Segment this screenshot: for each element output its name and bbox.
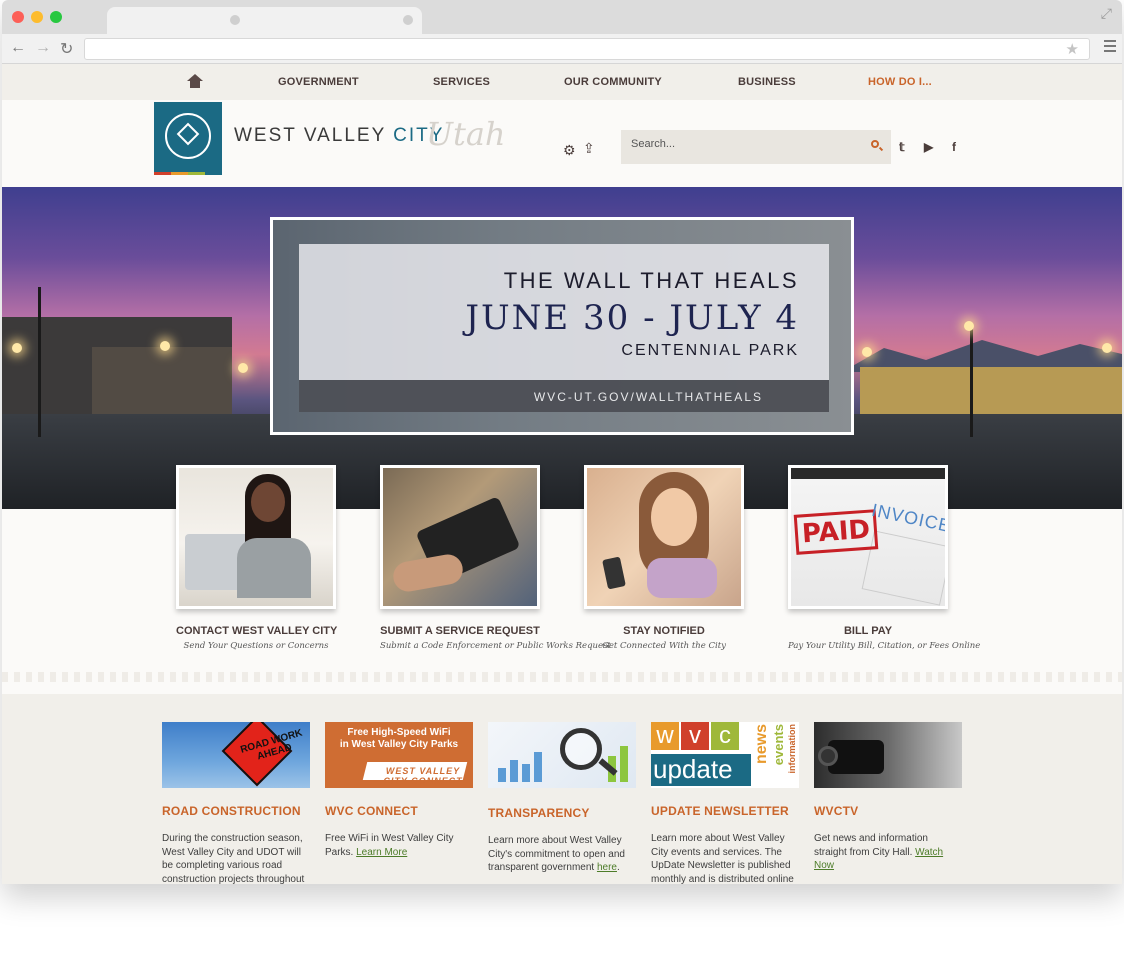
website: GOVERNMENT SERVICES OUR COMMUNITY BUSINE… bbox=[2, 64, 1122, 884]
card-bill-pay[interactable]: PAID INVOICE BILL PAY Pay Your Utility B… bbox=[788, 465, 981, 651]
card-title: CONTACT WEST VALLEY CITY bbox=[176, 625, 338, 637]
browser-menu-icon[interactable] bbox=[1104, 40, 1116, 55]
card-title: STAY NOTIFIED bbox=[623, 625, 705, 637]
transparency-here-link[interactable]: here bbox=[597, 862, 617, 873]
card-stay-notified[interactable]: STAY NOTIFIED Get Connected With the Cit… bbox=[584, 465, 744, 651]
hero-banner-image[interactable]: THE WALL THAT HEALS JUNE 30 - JULY 4 CEN… bbox=[2, 187, 1122, 509]
feature-transparency: TRANSPARENCY Learn more about West Valle… bbox=[488, 722, 636, 875]
feature-title[interactable]: TRANSPARENCY bbox=[488, 806, 636, 820]
wifi-connect-logo: WEST VALLEY CITY CONNECT bbox=[383, 766, 463, 786]
feature-body-text: Get news and information straight from C… bbox=[814, 833, 928, 858]
share-icon[interactable]: ⇪ bbox=[583, 140, 595, 157]
transparency-image[interactable] bbox=[488, 722, 636, 788]
minimize-window-button[interactable] bbox=[31, 11, 43, 23]
nav-our-community[interactable]: OUR COMMUNITY bbox=[564, 76, 662, 88]
feature-body: Get news and information straight from C… bbox=[814, 832, 962, 873]
feature-road-construction: ROAD WORK AHEAD ROAD CONSTRUCTION During… bbox=[162, 722, 310, 884]
feature-title[interactable]: WVC CONNECT bbox=[325, 804, 473, 818]
twitter-icon[interactable]: 𝕥 bbox=[899, 140, 905, 154]
card-subtitle: Pay Your Utility Bill, Citation, or Fees… bbox=[788, 641, 981, 651]
banner-title: THE WALL THAT HEALS bbox=[503, 268, 799, 293]
nav-government[interactable]: GOVERNMENT bbox=[278, 76, 359, 88]
information-wordmark: information bbox=[787, 724, 797, 774]
logo-color-stripe bbox=[154, 172, 222, 175]
search-icon[interactable] bbox=[871, 140, 884, 152]
banner-dates: JUNE 30 - JULY 4 bbox=[465, 298, 799, 338]
logo-letter-w: w bbox=[651, 722, 679, 750]
site-header: WEST VALLEY CITY Utah ⚙ ⇪ 𝕥 ▶ f bbox=[2, 100, 1122, 186]
close-window-button[interactable] bbox=[12, 11, 24, 23]
site-title-script: Utah bbox=[426, 115, 506, 153]
tab-close-icon[interactable] bbox=[403, 15, 413, 25]
update-newsletter-image[interactable]: w v c update news events information bbox=[651, 722, 799, 788]
wvc-connect-image[interactable]: Free High-Speed WiFi in West Valley City … bbox=[325, 722, 473, 788]
logo-letter-c: c bbox=[711, 722, 739, 750]
site-title-main: WEST VALLEY bbox=[234, 125, 394, 146]
reload-icon[interactable]: ↻ bbox=[60, 39, 73, 59]
wifi-headline-1: Free High-Speed WiFi bbox=[347, 727, 451, 738]
bill-pay-image: PAID INVOICE bbox=[788, 465, 948, 609]
event-banner[interactable]: THE WALL THAT HEALS JUNE 30 - JULY 4 CEN… bbox=[270, 217, 854, 435]
contact-image bbox=[176, 465, 336, 609]
card-title: SUBMIT A SERVICE REQUEST bbox=[380, 625, 540, 637]
card-subtitle: Get Connected With the City bbox=[602, 641, 726, 651]
service-request-image bbox=[380, 465, 540, 609]
feature-title[interactable]: WVCTV bbox=[814, 804, 962, 818]
nav-how-do-i[interactable]: HOW DO I... bbox=[868, 76, 932, 88]
update-wordmark: update bbox=[651, 754, 751, 786]
feature-update-newsletter: w v c update news events information UPD… bbox=[651, 722, 799, 884]
card-subtitle: Submit a Code Enforcement or Public Work… bbox=[380, 641, 611, 651]
paid-stamp: PAID bbox=[793, 509, 879, 555]
feature-body: Free WiFi in West Valley City Parks. Lea… bbox=[325, 832, 473, 859]
youtube-icon[interactable]: ▶ bbox=[924, 140, 933, 154]
search-input[interactable] bbox=[631, 138, 851, 150]
site-title[interactable]: WEST VALLEY CITY bbox=[234, 125, 444, 147]
road-construction-image[interactable]: ROAD WORK AHEAD bbox=[162, 722, 310, 788]
banner-url: WVC-UT.GOV/WALLTHATHEALS bbox=[299, 380, 829, 412]
address-bar[interactable]: ★ bbox=[84, 38, 1090, 60]
main-nav: GOVERNMENT SERVICES OUR COMMUNITY BUSINE… bbox=[2, 64, 1122, 100]
section-divider bbox=[2, 672, 1122, 682]
city-seal-logo[interactable] bbox=[154, 102, 222, 172]
news-wordmark: news bbox=[753, 724, 770, 765]
forward-arrow-icon[interactable]: → bbox=[35, 39, 51, 57]
fullscreen-icon[interactable]: ⤢ bbox=[1101, 5, 1112, 22]
card-contact[interactable]: CONTACT WEST VALLEY CITY Send Your Quest… bbox=[176, 465, 338, 651]
facebook-icon[interactable]: f bbox=[952, 140, 956, 154]
back-arrow-icon[interactable]: ← bbox=[10, 39, 26, 57]
feature-title[interactable]: ROAD CONSTRUCTION bbox=[162, 804, 310, 818]
wvctv-image[interactable] bbox=[814, 722, 962, 788]
browser-titlebar: ⤢ bbox=[2, 0, 1122, 34]
logo-letter-v: v bbox=[681, 722, 709, 750]
feature-body: Learn more about West Valley City's comm… bbox=[488, 834, 636, 875]
card-subtitle: Send Your Questions or Concerns bbox=[183, 641, 329, 651]
banner-location: CENTENNIAL PARK bbox=[621, 342, 799, 359]
feature-wvctv: WVCTV Get news and information straight … bbox=[814, 722, 962, 873]
feature-wvc-connect: Free High-Speed WiFi in West Valley City … bbox=[325, 722, 473, 859]
gear-icon[interactable]: ⚙ bbox=[563, 142, 576, 159]
bookmark-star-icon[interactable]: ★ bbox=[1066, 40, 1079, 58]
card-title: BILL PAY bbox=[843, 625, 893, 637]
nav-business[interactable]: BUSINESS bbox=[738, 76, 796, 88]
feature-body: Learn more about West Valley City events… bbox=[651, 833, 794, 884]
features-section: ROAD WORK AHEAD ROAD CONSTRUCTION During… bbox=[2, 694, 1122, 884]
search-box bbox=[621, 130, 891, 164]
feature-body-tail: . bbox=[616, 862, 620, 873]
home-icon[interactable] bbox=[187, 74, 203, 88]
nav-services[interactable]: SERVICES bbox=[433, 76, 490, 88]
events-wordmark: events bbox=[771, 724, 786, 766]
stay-notified-image bbox=[584, 465, 744, 609]
maximize-window-button[interactable] bbox=[50, 11, 62, 23]
feature-title[interactable]: UPDATE NEWSLETTER bbox=[651, 804, 799, 818]
browser-tab[interactable] bbox=[107, 7, 422, 34]
tab-favicon-icon bbox=[230, 15, 240, 25]
browser-window: ⤢ ← → ↻ ★ GOVERNMENT SERVICES OUR COMMUN… bbox=[2, 0, 1122, 884]
learn-more-link[interactable]: Learn More bbox=[356, 847, 407, 858]
browser-toolbar: ← → ↻ ★ bbox=[2, 34, 1122, 64]
wifi-headline-2: in West Valley City Parks bbox=[339, 739, 459, 750]
card-service-request[interactable]: SUBMIT A SERVICE REQUEST Submit a Code E… bbox=[380, 465, 611, 651]
feature-body: During the construction season, West Val… bbox=[162, 833, 305, 884]
